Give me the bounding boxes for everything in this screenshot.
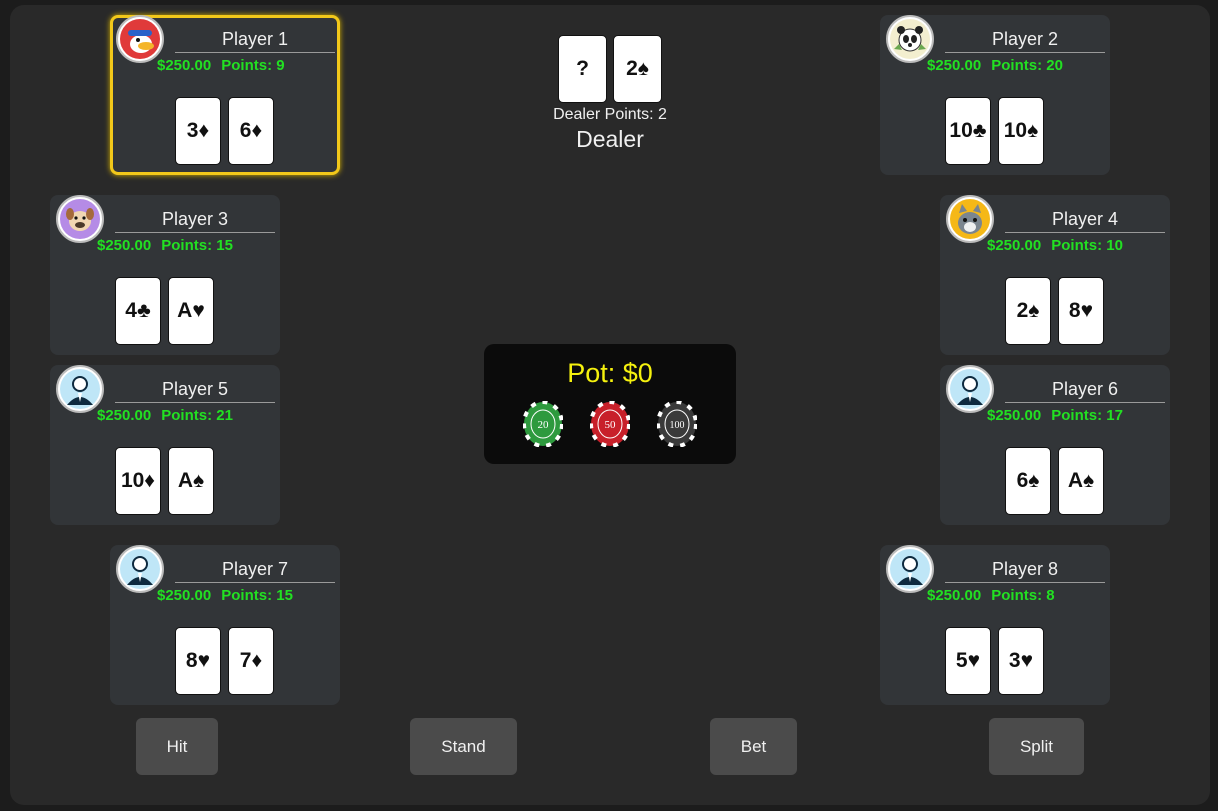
player-stats: $250.00 Points: 9 — [157, 57, 285, 74]
player-points: Points: 10 — [1051, 237, 1123, 254]
player-name: Player 7 — [175, 559, 335, 583]
player-name: Player 8 — [945, 559, 1105, 583]
player-money: $250.00 — [97, 237, 152, 254]
chip-100-icon[interactable]: 100 — [657, 401, 697, 447]
player-stats: $250.00 Points: 15 — [97, 237, 233, 254]
player-hand: 5♥ 3♥ — [945, 627, 1044, 695]
player-money: $250.00 — [157, 587, 212, 604]
player-7-seat[interactable]: Player 7 $250.00 Points: 15 8♥ 7♦ — [110, 545, 340, 705]
chip-rack: 20 50 100 — [484, 401, 736, 447]
player-points: Points: 8 — [991, 587, 1055, 604]
pot-label: Pot: $0 — [567, 358, 653, 388]
dealer-hidden-card: ? — [558, 35, 607, 103]
playing-card: A♠ — [168, 447, 214, 515]
player-stats: $250.00 Points: 10 — [987, 237, 1123, 254]
playing-card: 2♠ — [1005, 277, 1051, 345]
player-points: Points: 9 — [221, 57, 285, 74]
playing-card: 2♠ — [613, 35, 662, 103]
chip-value: 100 — [670, 420, 685, 431]
player-hand: 8♥ 7♦ — [175, 627, 274, 695]
playing-card: 10♦ — [115, 447, 161, 515]
playing-card: 3♦ — [175, 97, 221, 165]
player-1-seat[interactable]: Player 1 $250.00 Points: 9 3♦ 6♦ — [110, 15, 340, 175]
playing-card: 8♥ — [175, 627, 221, 695]
player-money: $250.00 — [157, 57, 212, 74]
businessman-avatar-icon — [886, 545, 934, 593]
player-3-seat[interactable]: Player 3 $250.00 Points: 15 4♣ A♥ — [50, 195, 280, 355]
player-money: $250.00 — [927, 57, 982, 74]
playing-card: 3♥ — [998, 627, 1044, 695]
player-money: $250.00 — [97, 407, 152, 424]
player-name: Player 5 — [115, 379, 275, 403]
player-4-seat[interactable]: Player 4 $250.00 Points: 10 2♠ 8♥ — [940, 195, 1170, 355]
dog-avatar-icon — [56, 195, 104, 243]
player-stats: $250.00 Points: 15 — [157, 587, 293, 604]
playing-card: 6♦ — [228, 97, 274, 165]
player-hand: 4♣ A♥ — [115, 277, 214, 345]
dealer-area: ? 2♠ Dealer Points: 2 Dealer — [510, 35, 710, 153]
player-hand: 6♠ A♠ — [1005, 447, 1104, 515]
player-stats: $250.00 Points: 20 — [927, 57, 1063, 74]
playing-card: 4♣ — [115, 277, 161, 345]
chip-20-icon[interactable]: 20 — [523, 401, 563, 447]
stand-button[interactable]: Stand — [410, 718, 517, 775]
dealer-label: Dealer — [576, 126, 644, 152]
businessman-avatar-icon — [116, 545, 164, 593]
player-hand: 10♦ A♠ — [115, 447, 214, 515]
playing-card: A♠ — [1058, 447, 1104, 515]
player-6-seat[interactable]: Player 6 $250.00 Points: 17 6♠ A♠ — [940, 365, 1170, 525]
split-button[interactable]: Split — [989, 718, 1084, 775]
player-points: Points: 21 — [161, 407, 233, 424]
player-stats: $250.00 Points: 21 — [97, 407, 233, 424]
player-hand: 3♦ 6♦ — [175, 97, 274, 165]
player-stats: $250.00 Points: 17 — [987, 407, 1123, 424]
player-2-seat[interactable]: Player 2 $250.00 Points: 20 10♣ 10♠ — [880, 15, 1110, 175]
player-hand: 10♣ 10♠ — [945, 97, 1044, 165]
player-hand: 2♠ 8♥ — [1005, 277, 1104, 345]
player-points: Points: 15 — [221, 587, 293, 604]
player-name: Player 2 — [945, 29, 1105, 53]
bet-button[interactable]: Bet — [710, 718, 797, 775]
playing-card: A♥ — [168, 277, 214, 345]
duck-avatar-icon — [116, 15, 164, 63]
chip-value: 20 — [538, 419, 550, 431]
player-money: $250.00 — [987, 237, 1042, 254]
businessman-avatar-icon — [56, 365, 104, 413]
player-5-seat[interactable]: Player 5 $250.00 Points: 21 10♦ A♠ — [50, 365, 280, 525]
player-money: $250.00 — [987, 407, 1042, 424]
player-name: Player 4 — [1005, 209, 1165, 233]
chip-value: 50 — [605, 419, 617, 431]
player-stats: $250.00 Points: 8 — [927, 587, 1055, 604]
playing-card: 7♦ — [228, 627, 274, 695]
player-name: Player 6 — [1005, 379, 1165, 403]
playing-card: 8♥ — [1058, 277, 1104, 345]
panda-avatar-icon — [886, 15, 934, 63]
player-name: Player 3 — [115, 209, 275, 233]
playing-card: 10♣ — [945, 97, 991, 165]
player-points: Points: 17 — [1051, 407, 1123, 424]
playing-card: 10♠ — [998, 97, 1044, 165]
dealer-points: Dealer Points: 2 — [553, 106, 667, 123]
player-name: Player 1 — [175, 29, 335, 53]
cat-avatar-icon — [946, 195, 994, 243]
chip-50-icon[interactable]: 50 — [590, 401, 630, 447]
businessman-avatar-icon — [946, 365, 994, 413]
playing-card: 6♠ — [1005, 447, 1051, 515]
player-money: $250.00 — [927, 587, 982, 604]
hit-button[interactable]: Hit — [136, 718, 218, 775]
player-points: Points: 15 — [161, 237, 233, 254]
playing-card: 5♥ — [945, 627, 991, 695]
pot-panel: Pot: $0 20 50 100 — [484, 344, 736, 464]
player-points: Points: 20 — [991, 57, 1063, 74]
dealer-hand: ? 2♠ — [510, 35, 710, 103]
player-8-seat[interactable]: Player 8 $250.00 Points: 8 5♥ 3♥ — [880, 545, 1110, 705]
